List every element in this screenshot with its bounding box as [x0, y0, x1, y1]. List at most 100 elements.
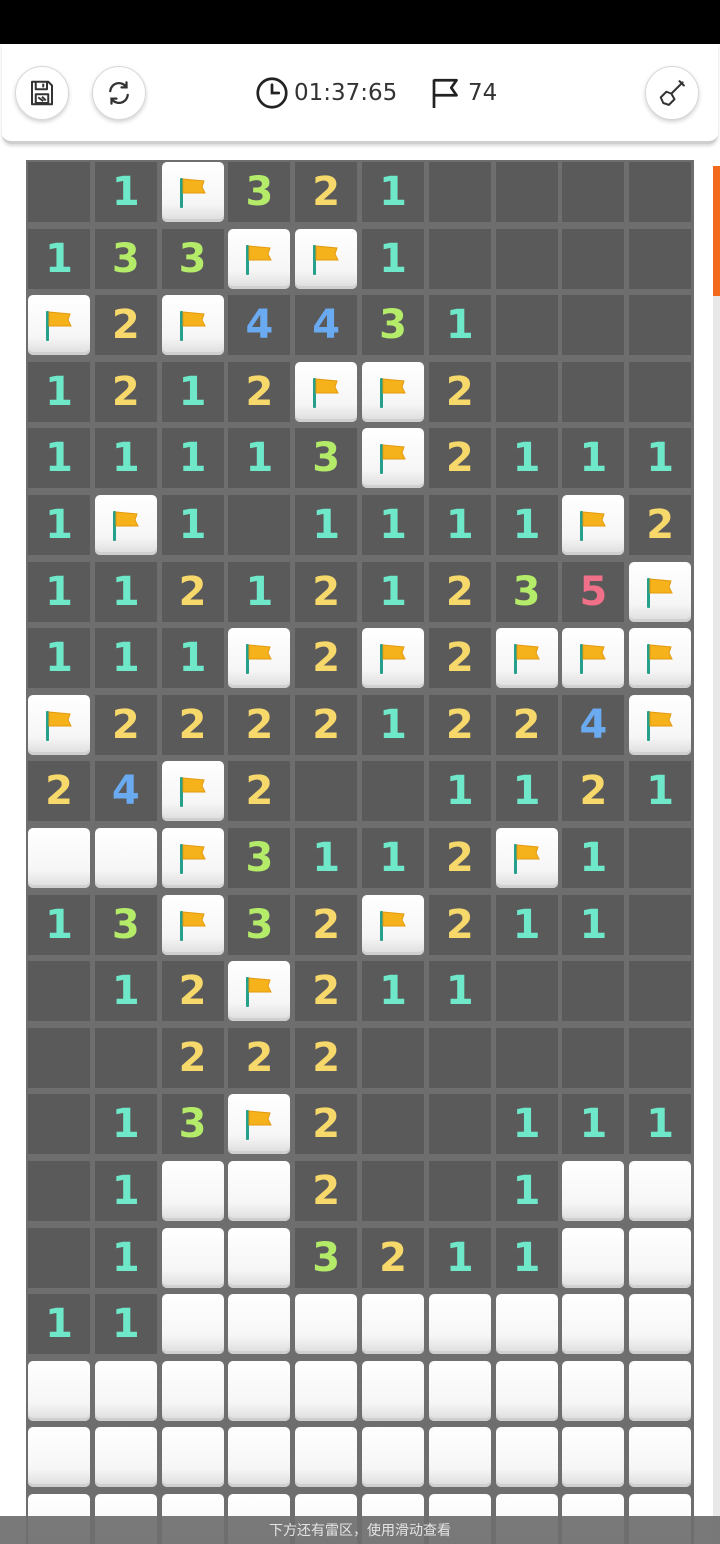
unopened-cell[interactable] [28, 1360, 90, 1421]
unopened-cell[interactable] [495, 1360, 558, 1421]
unopened-cell[interactable] [228, 1227, 291, 1288]
number-cell: 1 [362, 828, 424, 888]
number-cell: 2 [295, 561, 358, 622]
unopened-cell[interactable] [28, 1427, 90, 1488]
number-cell: 2 [94, 694, 157, 755]
number-cell: 1 [562, 1094, 625, 1155]
flag-icon [179, 311, 206, 342]
opened-empty-cell [629, 295, 692, 356]
flag-outline-icon [432, 78, 458, 108]
unopened-cell[interactable] [495, 1294, 558, 1355]
flagged-cell[interactable] [295, 361, 358, 422]
flag-icon [246, 1110, 273, 1141]
flagged-cell[interactable] [94, 495, 157, 555]
number-cell: 1 [161, 628, 224, 689]
unopened-cell[interactable] [295, 1360, 358, 1421]
restart-button[interactable] [92, 66, 146, 120]
unopened-cell[interactable] [94, 1360, 157, 1421]
flagged-cell[interactable] [228, 628, 291, 689]
unopened-cell[interactable] [629, 1227, 692, 1288]
flagged-cell[interactable] [28, 694, 90, 755]
flagged-cell[interactable] [629, 628, 692, 689]
flagged-cell[interactable] [161, 162, 224, 222]
unopened-cell[interactable] [362, 1294, 424, 1355]
unopened-cell[interactable] [295, 1294, 358, 1355]
opened-empty-cell [495, 1027, 558, 1088]
unopened-cell[interactable] [228, 1427, 291, 1488]
flagged-cell[interactable] [562, 495, 625, 555]
number-cell: 2 [161, 1027, 224, 1088]
flag-icon [380, 644, 406, 675]
unopened-cell[interactable] [562, 1161, 625, 1221]
unopened-cell[interactable] [161, 1294, 224, 1355]
unopened-cell[interactable] [428, 1360, 491, 1421]
flagged-cell[interactable] [28, 295, 90, 356]
unopened-cell[interactable] [295, 1427, 358, 1488]
flagged-cell[interactable] [161, 761, 224, 822]
number-cell: 1 [28, 361, 90, 422]
flagged-cell[interactable] [161, 828, 224, 888]
number-cell: 2 [228, 1027, 291, 1088]
scroll-thumb[interactable] [713, 166, 720, 296]
flag-icon [580, 511, 607, 541]
number-cell: 3 [228, 894, 291, 955]
unopened-cell[interactable] [428, 1427, 491, 1488]
unopened-cell[interactable] [161, 1227, 224, 1288]
flagged-cell[interactable] [362, 428, 424, 489]
opened-empty-cell [562, 162, 625, 222]
flagged-cell[interactable] [228, 1094, 291, 1155]
flagged-cell[interactable] [495, 628, 558, 689]
flagged-cell[interactable] [161, 894, 224, 955]
unopened-cell[interactable] [228, 1294, 291, 1355]
number-cell: 1 [94, 1227, 157, 1288]
unopened-cell[interactable] [629, 1427, 692, 1488]
flagged-cell[interactable] [629, 561, 692, 622]
opened-empty-cell [495, 162, 558, 222]
number-cell: 2 [228, 361, 291, 422]
flagged-cell[interactable] [362, 361, 424, 422]
unopened-cell[interactable] [562, 1427, 625, 1488]
number-cell: 1 [362, 162, 424, 222]
scroll-track[interactable] [713, 166, 720, 1544]
number-cell: 3 [161, 1094, 224, 1155]
unopened-cell[interactable] [228, 1360, 291, 1421]
number-cell: 1 [94, 1161, 157, 1221]
unopened-cell[interactable] [362, 1427, 424, 1488]
flagged-cell[interactable] [562, 628, 625, 689]
opened-empty-cell [495, 361, 558, 422]
unopened-cell[interactable] [629, 1161, 692, 1221]
flagged-cell[interactable] [362, 894, 424, 955]
unopened-cell[interactable] [428, 1294, 491, 1355]
unopened-cell[interactable] [629, 1294, 692, 1355]
unopened-cell[interactable] [161, 1360, 224, 1421]
unopened-cell[interactable] [161, 1427, 224, 1488]
unopened-cell[interactable] [629, 1360, 692, 1421]
flag-icon [380, 910, 406, 941]
number-cell: 3 [362, 295, 424, 356]
number-cell: 1 [629, 428, 692, 489]
dig-mode-button[interactable] [645, 66, 699, 120]
number-cell: 1 [362, 694, 424, 755]
unopened-cell[interactable] [228, 1161, 291, 1221]
flagged-cell[interactable] [228, 228, 291, 289]
flagged-cell[interactable] [295, 228, 358, 289]
unopened-cell[interactable] [562, 1227, 625, 1288]
unopened-cell[interactable] [28, 828, 90, 888]
flagged-cell[interactable] [228, 961, 291, 1022]
unopened-cell[interactable] [94, 828, 157, 888]
flag-icon [246, 644, 273, 675]
flag-icon [647, 710, 673, 741]
save-button[interactable] [15, 66, 69, 120]
flagged-cell[interactable] [362, 628, 424, 689]
unopened-cell[interactable] [562, 1294, 625, 1355]
flagged-cell[interactable] [629, 694, 692, 755]
number-cell: 2 [295, 162, 358, 222]
unopened-cell[interactable] [161, 1161, 224, 1221]
unopened-cell[interactable] [94, 1427, 157, 1488]
unopened-cell[interactable] [495, 1427, 558, 1488]
unopened-cell[interactable] [562, 1360, 625, 1421]
number-cell: 1 [295, 495, 358, 555]
flagged-cell[interactable] [495, 828, 558, 888]
flagged-cell[interactable] [161, 295, 224, 356]
unopened-cell[interactable] [362, 1360, 424, 1421]
